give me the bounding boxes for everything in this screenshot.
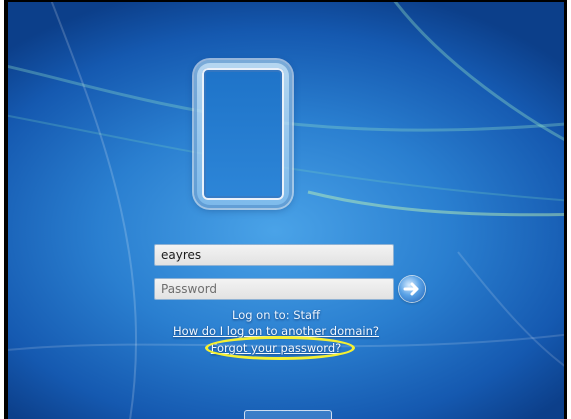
submit-button[interactable]: [399, 276, 425, 302]
logon-screen: Log on to: Staff How do I log on to anot…: [8, 2, 564, 419]
arrow-right-icon: [403, 282, 419, 296]
forgot-password-link[interactable]: Forgot your password?: [154, 341, 398, 355]
photo-frame: Log on to: Staff How do I log on to anot…: [4, 0, 567, 419]
password-input[interactable]: [154, 278, 394, 300]
logon-to-label: Log on to: Staff: [231, 308, 321, 322]
user-picture-icon: [194, 60, 292, 208]
username-input[interactable]: [154, 244, 394, 266]
ease-of-access-button[interactable]: [244, 410, 332, 419]
user-picture-frame: [202, 68, 284, 200]
other-domain-link[interactable]: How do I log on to another domain?: [154, 324, 398, 338]
